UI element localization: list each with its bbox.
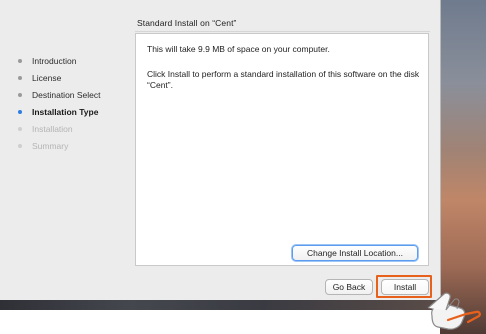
step-summary: Summary bbox=[18, 137, 101, 154]
desktop-wallpaper-right bbox=[440, 0, 486, 334]
step-bullet-icon bbox=[18, 126, 22, 131]
title-divider bbox=[135, 31, 430, 32]
step-installation-type: Installation Type bbox=[18, 103, 101, 120]
step-introduction: Introduction bbox=[18, 52, 101, 69]
step-label: Introduction bbox=[32, 55, 77, 66]
installer-window: Standard Install on “Cent” Introduction … bbox=[0, 0, 441, 300]
step-license: License bbox=[18, 69, 101, 86]
step-bullet-icon bbox=[18, 109, 22, 114]
desktop-wallpaper-bottom bbox=[0, 300, 440, 310]
step-label: Installation bbox=[32, 123, 73, 134]
section-title: Standard Install on “Cent” bbox=[137, 18, 237, 28]
step-label: Summary bbox=[32, 140, 69, 151]
step-destination-select: Destination Select bbox=[18, 86, 101, 103]
step-bullet-icon bbox=[18, 92, 22, 97]
step-installation: Installation bbox=[18, 120, 101, 137]
hand-pointer-icon bbox=[427, 292, 481, 330]
change-install-location-button[interactable]: Change Install Location... bbox=[292, 245, 418, 261]
installer-steps: Introduction License Destination Select … bbox=[18, 52, 101, 154]
go-back-button[interactable]: Go Back bbox=[325, 279, 373, 295]
step-label: Destination Select bbox=[32, 89, 101, 100]
install-instructions: Click Install to perform a standard inst… bbox=[147, 69, 420, 90]
step-bullet-icon bbox=[18, 58, 22, 63]
step-label: License bbox=[32, 72, 62, 83]
step-bullet-icon bbox=[18, 143, 22, 148]
content-pane: This will take 9.9 MB of space on your c… bbox=[135, 33, 429, 266]
space-required-message: This will take 9.9 MB of space on your c… bbox=[147, 44, 330, 54]
step-label: Installation Type bbox=[32, 106, 99, 117]
step-bullet-icon bbox=[18, 75, 22, 80]
